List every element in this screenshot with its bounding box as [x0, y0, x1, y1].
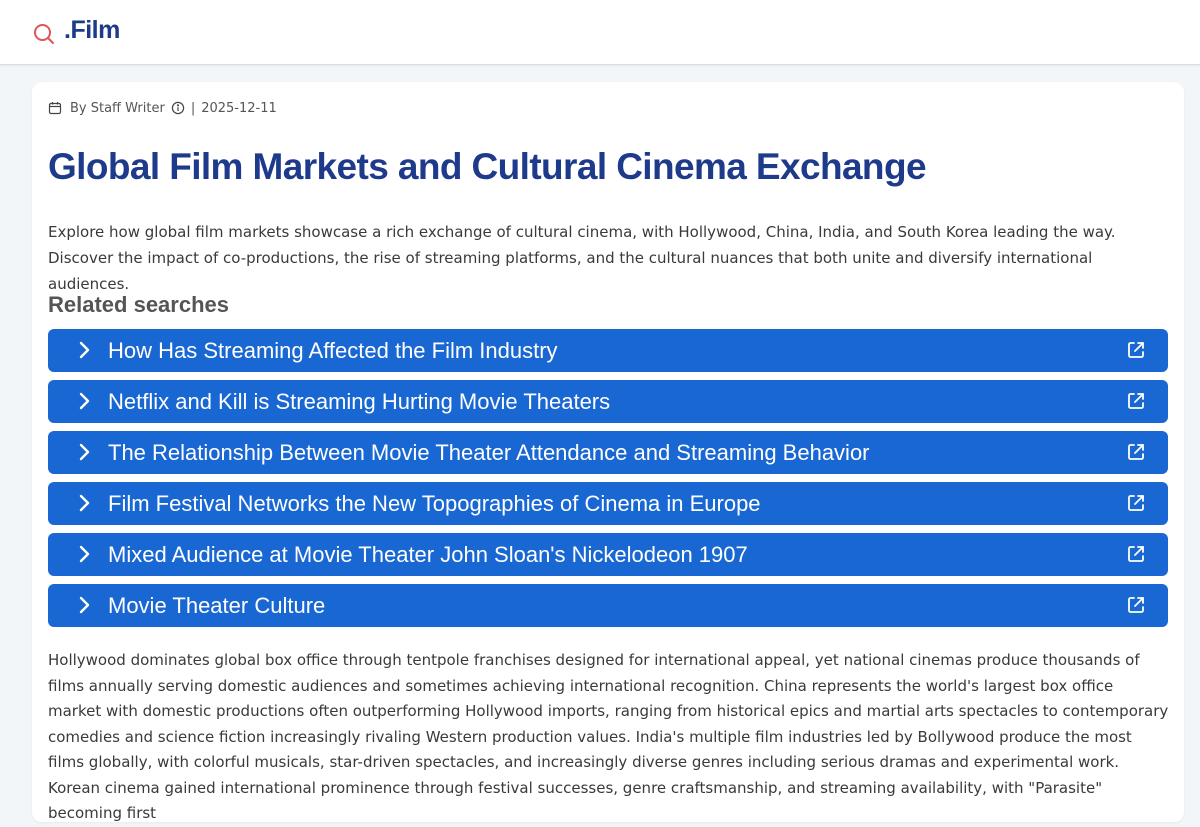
chevron-right-icon [74, 442, 94, 462]
calendar-icon [48, 101, 62, 115]
related-search-label: Netflix and Kill is Streaming Hurting Mo… [108, 389, 611, 414]
related-search-item[interactable]: Mixed Audience at Movie Theater John Slo… [48, 533, 1168, 576]
top-bar: .Film [0, 0, 1200, 65]
external-link-icon [1126, 391, 1146, 411]
article-card: By Staff Writer | 2025-12-11 Global Film… [32, 82, 1184, 822]
chevron-right-icon [74, 340, 94, 360]
chevron-right-icon [74, 391, 94, 411]
article-date: 2025-12-11 [201, 100, 277, 116]
external-link-icon [1126, 442, 1146, 462]
info-icon[interactable] [171, 101, 185, 115]
search-icon[interactable] [32, 22, 56, 46]
related-search-item[interactable]: The Relationship Between Movie Theater A… [48, 431, 1168, 474]
external-link-icon [1126, 544, 1146, 564]
chevron-right-icon [74, 544, 94, 564]
external-link-icon [1126, 493, 1146, 513]
article-title: Global Film Markets and Cultural Cinema … [48, 146, 927, 187]
article-summary: Explore how global film markets showcase… [48, 223, 1116, 293]
site-logo[interactable]: .Film [64, 16, 120, 45]
chevron-right-icon [74, 493, 94, 513]
related-search-label: The Relationship Between Movie Theater A… [108, 440, 870, 465]
related-search-item[interactable]: Film Festival Networks the New Topograph… [48, 482, 1168, 525]
related-searches-heading: Related searches [48, 292, 229, 317]
external-link-icon [1126, 595, 1146, 615]
related-search-label: Movie Theater Culture [108, 593, 326, 618]
article-author: By Staff Writer [70, 100, 165, 116]
related-search-label: How Has Streaming Affected the Film Indu… [108, 338, 558, 363]
meta-separator: | [190, 100, 196, 116]
article-meta: By Staff Writer | 2025-12-11 [48, 99, 277, 117]
related-search-label: Film Festival Networks the New Topograph… [108, 491, 761, 516]
related-search-item[interactable]: Netflix and Kill is Streaming Hurting Mo… [48, 380, 1168, 423]
related-search-item[interactable]: Movie Theater Culture [48, 584, 1168, 627]
related-searches-list: How Has Streaming Affected the Film Indu… [48, 329, 1168, 635]
related-search-item[interactable]: How Has Streaming Affected the Film Indu… [48, 329, 1168, 372]
chevron-right-icon [74, 595, 94, 615]
related-search-label: Mixed Audience at Movie Theater John Slo… [108, 542, 748, 567]
external-link-icon [1126, 340, 1146, 360]
